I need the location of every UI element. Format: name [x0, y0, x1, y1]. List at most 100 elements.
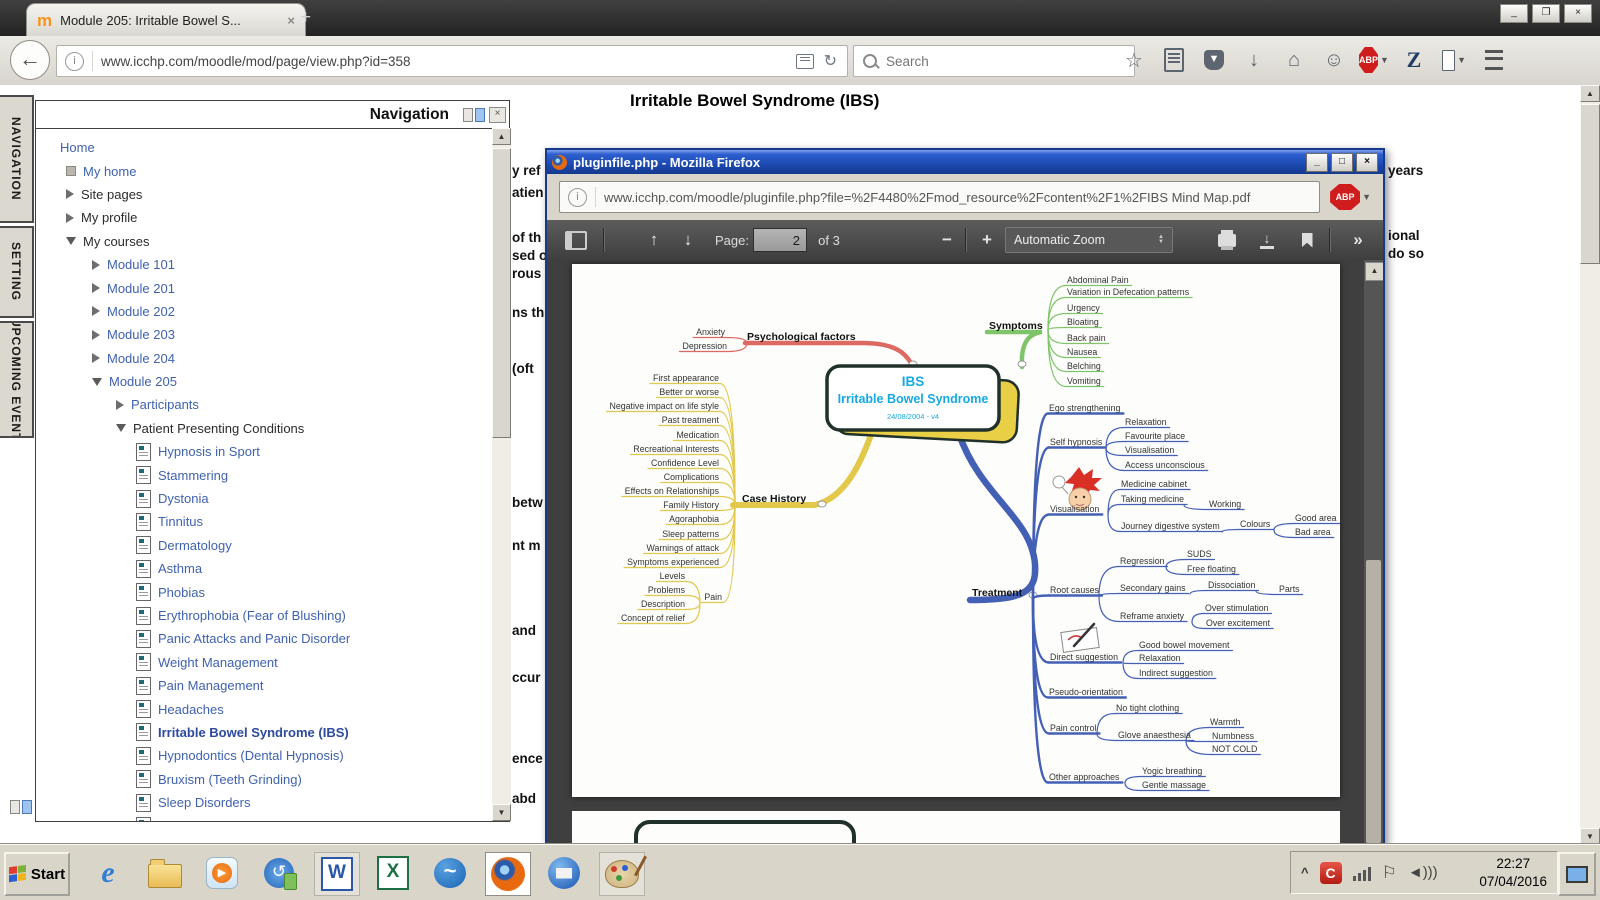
nav-item-label[interactable]: Module 201	[107, 281, 175, 296]
nav-item-label[interactable]: Hypnosis in Sport	[158, 444, 260, 459]
nav-tree-item[interactable]: Stammering	[36, 463, 490, 486]
browser-tab[interactable]: m Module 205: Irritable Bowel S... ×	[26, 3, 306, 37]
previous-page-icon[interactable]: ↑	[641, 220, 667, 260]
nav-tree-item[interactable]: My courses	[36, 230, 490, 253]
media-sync-icon[interactable]: ↺	[257, 852, 301, 894]
panel-close-icon[interactable]: ×	[489, 107, 506, 123]
tab-close-icon[interactable]: ×	[287, 13, 295, 28]
url-bar[interactable]: i www.icchp.com/moodle/mod/page/view.php…	[56, 45, 848, 77]
nav-tree-item[interactable]: Irritable Bowel Syndrome (IBS)	[36, 721, 490, 744]
bookmark-star-icon[interactable]: ☆	[1122, 45, 1146, 75]
zoom-select[interactable]: Automatic Zoom▲▼	[1005, 220, 1173, 260]
nav-tree-item[interactable]	[36, 814, 490, 821]
nav-tree-item[interactable]: Pain Management	[36, 674, 490, 697]
nav-tree-item[interactable]: Weight Management	[36, 651, 490, 674]
nav-item-label[interactable]: Module 202	[107, 304, 175, 319]
dock-tab-navigation[interactable]: NAVIGATION	[0, 95, 34, 223]
network-signal-icon[interactable]	[1353, 865, 1371, 881]
scroll-down-icon[interactable]: ▼	[1580, 828, 1600, 845]
nav-item-label[interactable]: Sleep Disorders	[158, 795, 251, 810]
nav-tree-item[interactable]: Module 203	[36, 323, 490, 346]
media-player-icon[interactable]: ▶	[200, 852, 244, 894]
page-number-input[interactable]	[753, 228, 807, 252]
zoom-in-icon[interactable]: +	[975, 220, 999, 260]
expand-icon[interactable]	[66, 189, 74, 199]
sidebar-toggle-icon[interactable]	[561, 220, 591, 260]
back-button[interactable]: ←	[10, 40, 50, 80]
nav-tree-item[interactable]: Module 202	[36, 300, 490, 323]
nav-item-label[interactable]: Bruxism (Teeth Grinding)	[158, 772, 302, 787]
page-info-icon[interactable]: i	[65, 52, 84, 71]
nav-item-label[interactable]: Erythrophobia (Fear of Blushing)	[158, 608, 346, 623]
url-text[interactable]: www.icchp.com/moodle/mod/page/view.php?i…	[101, 54, 786, 69]
excel-icon[interactable]: X	[371, 852, 415, 894]
nav-item-label[interactable]: Irritable Bowel Syndrome (IBS)	[158, 725, 349, 740]
nav-tree-item[interactable]: Site pages	[36, 183, 490, 206]
minimize-button[interactable]: _	[1306, 153, 1328, 172]
page-actions-icon[interactable]: ▼	[1442, 45, 1466, 75]
next-page-icon[interactable]: ↓	[675, 220, 701, 260]
pdf-window-titlebar[interactable]: pluginfile.php - Mozilla Firefox _ □ ×	[547, 150, 1383, 174]
nav-item-label[interactable]: Phobias	[158, 585, 205, 600]
library-icon[interactable]	[1162, 45, 1186, 75]
nav-item-label[interactable]: Dermatology	[158, 538, 232, 553]
nav-item-label[interactable]: Participants	[131, 397, 199, 412]
file-explorer-icon[interactable]	[143, 852, 187, 894]
undock-icon[interactable]	[463, 108, 485, 122]
tray-expand-icon[interactable]: ^	[1301, 865, 1309, 880]
expand-icon[interactable]	[92, 306, 100, 316]
restore-button[interactable]: ❐	[1532, 4, 1560, 23]
search-input[interactable]	[884, 53, 1088, 70]
expand-icon[interactable]	[116, 400, 124, 410]
menu-icon[interactable]	[1482, 45, 1506, 75]
nav-item-label[interactable]: Module 203	[107, 327, 175, 342]
main-scrollbar-thumb[interactable]	[1580, 104, 1600, 264]
main-scrollbar[interactable]: ▲ ▼	[1580, 85, 1600, 845]
pdf-url-bar[interactable]: i www.icchp.com/moodle/pluginfile.php?fi…	[559, 181, 1320, 213]
nav-tree-item[interactable]: Sleep Disorders	[36, 791, 490, 814]
scroll-up-icon[interactable]: ▲	[1580, 85, 1600, 102]
pdf-scrollbar-thumb[interactable]	[1366, 560, 1381, 843]
pdf-url-text[interactable]: www.icchp.com/moodle/pluginfile.php?file…	[604, 190, 1250, 205]
clock[interactable]: 22:27 07/04/2016	[1479, 855, 1547, 890]
nav-tree-item[interactable]: Module 201	[36, 276, 490, 299]
reload-icon[interactable]: ↻	[824, 51, 837, 71]
volume-icon[interactable]: ◄)))	[1408, 864, 1438, 881]
nav-tree-item[interactable]: Module 205	[36, 370, 490, 393]
scroll-down-icon[interactable]: ▼	[492, 804, 511, 821]
downloads-icon[interactable]: ↓	[1242, 45, 1266, 75]
internet-explorer-icon[interactable]: e	[86, 852, 130, 894]
dock-tab-upcoming-events[interactable]: UPCOMING EVENT	[0, 321, 34, 438]
close-button[interactable]: ×	[1356, 153, 1378, 172]
nav-item-label[interactable]: Hypnodontics (Dental Hypnosis)	[158, 748, 344, 763]
nav-item-label[interactable]: Panic Attacks and Panic Disorder	[158, 631, 350, 646]
expand-icon[interactable]	[92, 353, 100, 363]
adblock-icon[interactable]: ABP▼	[1330, 184, 1371, 210]
close-button[interactable]: ×	[1564, 4, 1592, 23]
nav-scrollbar[interactable]: ▲ ▼	[492, 128, 511, 821]
nav-tree-item[interactable]: Bruxism (Teeth Grinding)	[36, 768, 490, 791]
nav-tree-item[interactable]: Patient Presenting Conditions	[36, 417, 490, 440]
nav-tree-item[interactable]: My profile	[36, 206, 490, 229]
scroll-up-icon[interactable]: ▲	[492, 128, 511, 145]
collapse-icon[interactable]	[92, 378, 102, 386]
start-button[interactable]: Start	[4, 852, 70, 896]
nav-tree-item[interactable]: Phobias	[36, 580, 490, 603]
nav-item-label[interactable]: My home	[83, 164, 136, 179]
zotero-icon[interactable]: Z	[1402, 45, 1426, 75]
nav-scrollbar-thumb[interactable]	[492, 148, 511, 438]
dock-toggle-icon[interactable]	[10, 800, 32, 814]
show-desktop-button[interactable]	[1558, 852, 1596, 896]
word-icon[interactable]: W	[314, 852, 360, 896]
search-bar[interactable]	[853, 45, 1135, 77]
reader-mode-icon[interactable]	[796, 54, 814, 69]
expand-icon[interactable]	[92, 283, 100, 293]
comodo-icon[interactable]: C	[1320, 862, 1342, 884]
nav-tree-item[interactable]: Panic Attacks and Panic Disorder	[36, 627, 490, 650]
download-icon[interactable]: ↓	[1253, 220, 1281, 260]
nav-tree-item[interactable]: Headaches	[36, 697, 490, 720]
nav-item-label[interactable]: Stammering	[158, 468, 228, 483]
openoffice-icon[interactable]: ~	[428, 852, 472, 894]
nav-item-label[interactable]: Module 204	[107, 351, 175, 366]
nav-tree-item[interactable]: Hypnosis in Sport	[36, 440, 490, 463]
